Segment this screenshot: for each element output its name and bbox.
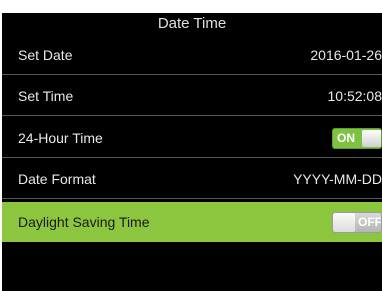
set-time-value: 10:52:08 xyxy=(327,88,382,104)
date-format-value: YYYY-MM-DD xyxy=(293,171,382,187)
date-format-label: Date Format xyxy=(18,171,96,187)
toggle-on-text: ON xyxy=(337,131,355,145)
daylight-saving-time-toggle[interactable]: OFF xyxy=(332,212,382,233)
24-hour-time-toggle[interactable]: ON xyxy=(332,128,382,149)
set-date-label: Set Date xyxy=(18,47,73,63)
row-date-format[interactable]: Date Format YYYY-MM-DD xyxy=(2,159,382,199)
daylight-saving-time-label: Daylight Saving Time xyxy=(18,214,150,230)
toggle-knob xyxy=(333,213,355,232)
set-date-value: 2016-01-26 xyxy=(310,47,382,63)
row-24-hour-time[interactable]: 24-Hour Time ON xyxy=(2,118,382,158)
set-time-label: Set Time xyxy=(18,88,74,104)
screen-title: Date Time xyxy=(157,15,227,32)
date-time-screen: Date Time Set Date 2016-01-26 Set Time 1… xyxy=(2,13,382,291)
row-daylight-saving-time[interactable]: Daylight Saving Time OFF xyxy=(2,202,382,242)
24-hour-time-label: 24-Hour Time xyxy=(18,130,103,146)
row-set-date[interactable]: Set Date 2016-01-26 xyxy=(2,35,382,75)
toggle-off-text: OFF xyxy=(358,215,382,229)
toggle-knob xyxy=(362,130,381,147)
row-set-time[interactable]: Set Time 10:52:08 xyxy=(2,76,382,116)
